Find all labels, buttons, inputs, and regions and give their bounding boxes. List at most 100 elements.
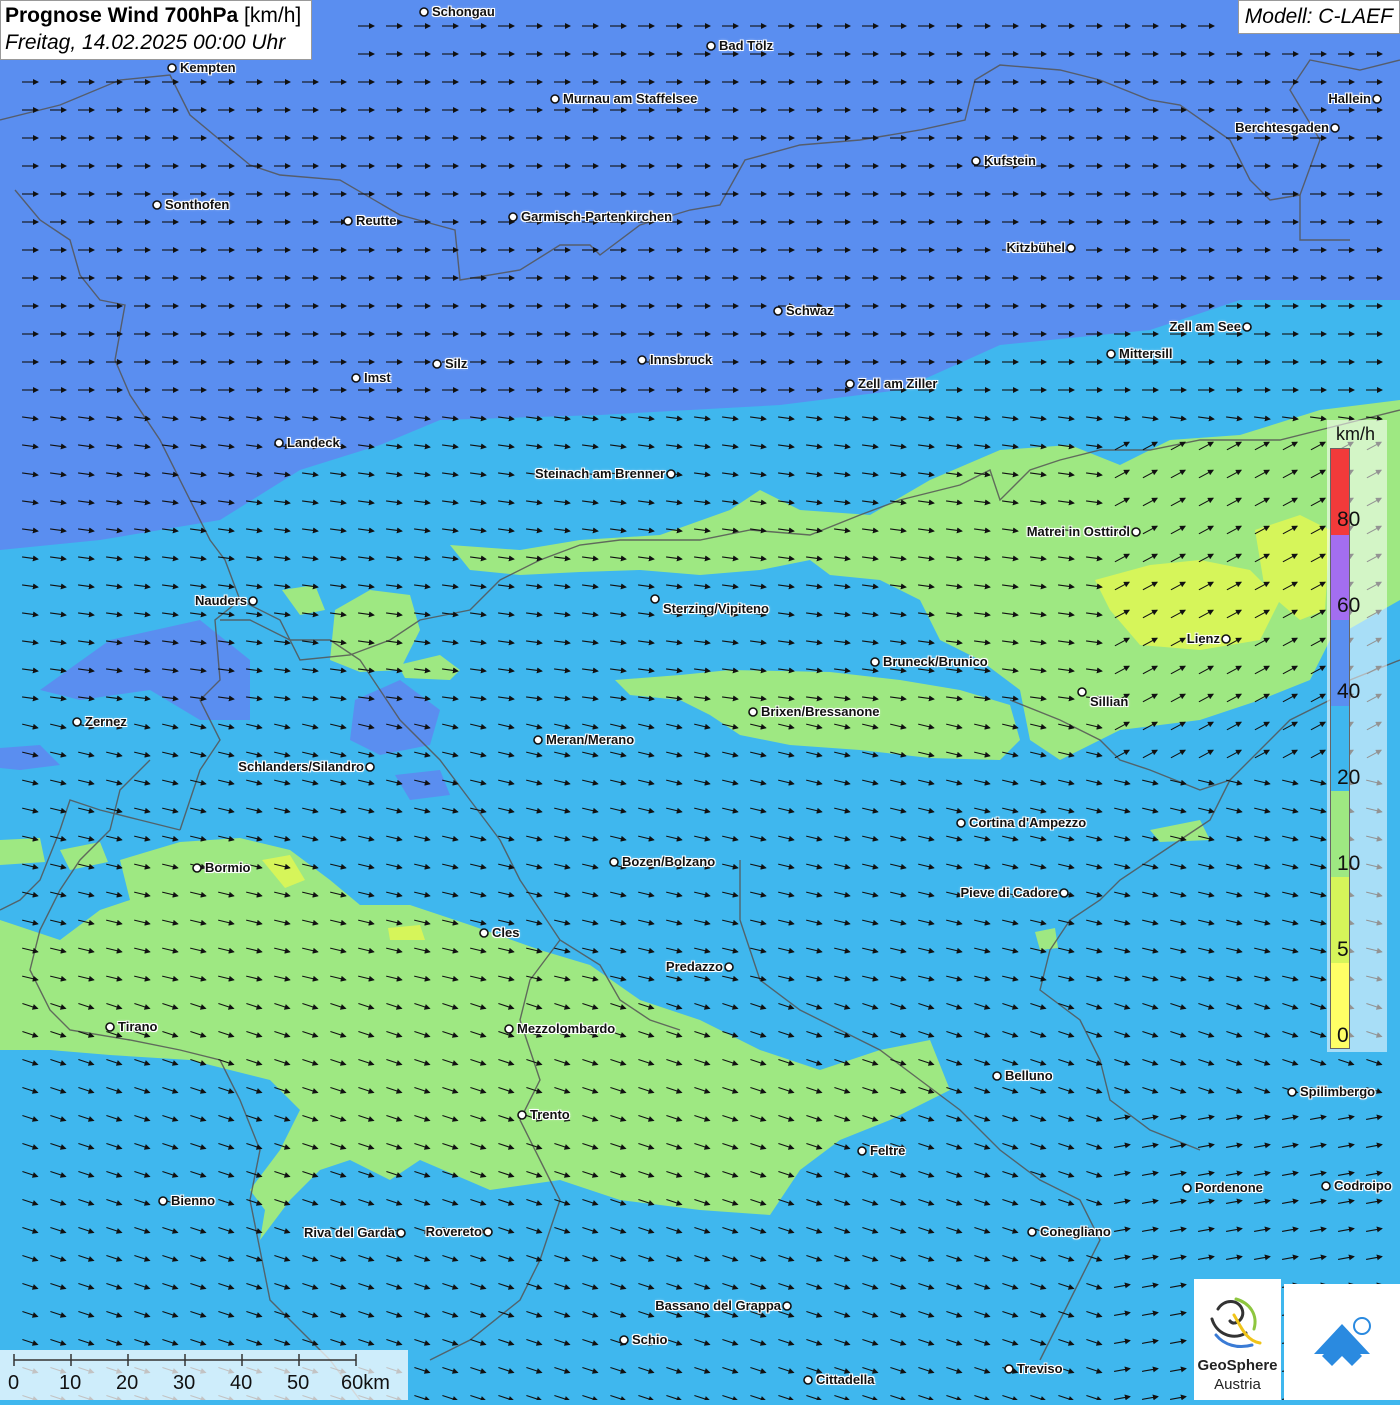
scale-label: 10 (59, 1372, 82, 1394)
city-label: Bienno (171, 1193, 216, 1208)
legend-label: 20 (1337, 766, 1361, 789)
city-label: Garmisch-Partenkirchen (521, 209, 673, 224)
legend-label: 40 (1337, 680, 1361, 703)
city-marker (72, 717, 82, 727)
city-label: Schwaz (786, 303, 834, 318)
city-label: Pordenone (1195, 1180, 1263, 1195)
legend-label: 5 (1337, 938, 1349, 961)
city-label: Kempten (180, 60, 236, 75)
city-marker (857, 1146, 867, 1156)
city-marker (971, 156, 981, 166)
city-label: Sonthofen (165, 197, 230, 212)
city-label: Bozen/Bolzano (622, 854, 716, 869)
city-marker (992, 1071, 1002, 1081)
city-marker (158, 1196, 168, 1206)
color-legend: km/h 80 60 40 20 10 5 0 (1327, 420, 1387, 1052)
city-marker (706, 41, 716, 51)
city-marker (637, 355, 647, 365)
city-label: Riva del Garda (303, 1225, 395, 1240)
city-marker (504, 1024, 514, 1034)
city-label: Lienz (1186, 631, 1220, 646)
legend-label: 60 (1337, 594, 1361, 617)
city-marker (845, 379, 855, 389)
city-marker (748, 707, 758, 717)
legend-label: 0 (1337, 1024, 1349, 1047)
city-label: Silz (445, 356, 468, 371)
city-marker (1059, 888, 1069, 898)
model-label: Modell: C-LAEF (1237, 0, 1400, 34)
city-label: Berchtesgaden (1235, 120, 1329, 135)
city-marker (1077, 687, 1087, 697)
geosphere-name: GeoSphere (1197, 1357, 1278, 1374)
city-label: Belluno (1005, 1068, 1053, 1083)
city-marker (1066, 243, 1076, 253)
cloud-arrow-logo-icon (1314, 1317, 1371, 1366)
city-label: Zernez (85, 714, 127, 729)
city-label: Cortina d'Ampezzo (969, 815, 1087, 830)
city-marker (803, 1375, 813, 1385)
city-marker (1287, 1087, 1297, 1097)
geosphere-logo[interactable]: GeoSphere Austria (1194, 1279, 1281, 1400)
scale-label: 20 (116, 1372, 139, 1394)
city-label: Matrei in Osttirol (1026, 524, 1130, 539)
city-marker (248, 596, 258, 606)
city-label: Imst (364, 370, 391, 385)
city-marker (483, 1227, 493, 1237)
city-label: Schlanders/Silandro (238, 759, 364, 774)
city-label: Hallein (1328, 91, 1371, 106)
city-marker (1106, 349, 1116, 359)
city-label: Innsbruck (650, 352, 713, 367)
scale-label: 60km (341, 1372, 390, 1394)
city-marker (533, 735, 543, 745)
city-label: Pieve di Cadore (960, 885, 1058, 900)
city-label: Steinach am Brenner (534, 466, 665, 481)
geosphere-subname: Austria (1214, 1376, 1261, 1393)
city-label: Codroipo (1334, 1178, 1392, 1193)
legend-label: 80 (1337, 508, 1361, 531)
city-label: Kitzbühel (1006, 240, 1066, 255)
city-label: Zell am Ziller (858, 376, 938, 391)
city-marker (167, 63, 177, 73)
scale-label: 0 (8, 1372, 20, 1394)
city-marker (1182, 1183, 1192, 1193)
cloud-arrow-logo[interactable] (1284, 1284, 1400, 1400)
city-marker (1372, 94, 1382, 104)
city-marker (396, 1228, 406, 1238)
legend-unit: km/h (1336, 424, 1376, 444)
title-box: Prognose Wind 700hPa [km/h] Freitag, 14.… (0, 0, 313, 60)
city-label: Cittadella (816, 1372, 875, 1387)
legend-label: 10 (1337, 852, 1361, 875)
city-label: Trento (530, 1107, 570, 1122)
city-label: Cles (492, 925, 520, 940)
city-label: Rovereto (425, 1224, 482, 1239)
city-marker (343, 216, 353, 226)
city-label: Bassano del Grappa (655, 1298, 781, 1313)
city-marker (1004, 1364, 1014, 1374)
city-marker (550, 94, 560, 104)
city-label: Murnau am Staffelsee (563, 91, 698, 106)
map-title: Prognose Wind 700hPa [km/h] (5, 4, 302, 27)
city-marker (1242, 322, 1252, 332)
scale-bar-ruler (13, 1354, 357, 1366)
scale-label: 30 (173, 1372, 196, 1394)
city-marker (152, 200, 162, 210)
city-label: Tirano (118, 1019, 158, 1034)
city-marker (609, 857, 619, 867)
city-label: Predazzo (665, 959, 723, 974)
city-label: Bruneck/Brunico (883, 654, 988, 669)
city-marker (365, 762, 375, 772)
city-marker (192, 863, 202, 873)
forecast-datetime: Freitag, 14.02.2025 00:00 Uhr (5, 31, 286, 54)
city-label: Reutte (356, 213, 397, 228)
city-marker (650, 594, 660, 604)
city-label: Bad Tölz (719, 38, 774, 53)
scale-label: 40 (230, 1372, 253, 1394)
city-marker (724, 962, 734, 972)
city-marker (619, 1335, 629, 1345)
city-marker (782, 1301, 792, 1311)
city-label: Schio (632, 1332, 668, 1347)
city-marker (479, 928, 489, 938)
city-label: Zell am See (1169, 319, 1241, 334)
city-marker (1221, 634, 1231, 644)
city-label: Landeck (287, 435, 340, 450)
